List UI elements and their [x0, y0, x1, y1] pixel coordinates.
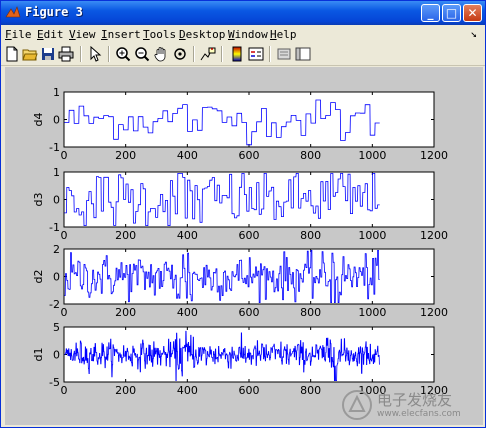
- x-tick-label: 400: [177, 149, 198, 162]
- x-tick-label: 1000: [358, 229, 386, 242]
- subplot-d1[interactable]: 0 200 400 600 800 1000 1200-505d1: [32, 321, 448, 397]
- x-tick-label: 600: [239, 306, 260, 319]
- site-watermark: 电子发烧友 www.elecfans.com: [341, 389, 481, 423]
- y-tick-label: 0: [53, 271, 60, 284]
- hide-plot-tools-icon[interactable]: [276, 46, 292, 62]
- y-tick-label: 5: [53, 321, 60, 334]
- colorbar-icon[interactable]: [229, 46, 245, 62]
- minimize-button[interactable]: _: [421, 4, 440, 22]
- x-tick-label: 800: [300, 229, 321, 242]
- x-tick-label: 200: [115, 384, 136, 397]
- x-tick-label: 1200: [420, 306, 448, 319]
- zoom-in-icon[interactable]: [115, 46, 131, 62]
- subplot-d3[interactable]: 0 200 400 600 800 1000 1200-101d3: [32, 166, 448, 242]
- title-bar[interactable]: Figure 3 _ □ ✕: [1, 1, 485, 25]
- menu-bar: File Edit View Insert Tools Desktop Wind…: [1, 25, 485, 43]
- y-tick-label: 1: [53, 166, 60, 179]
- toolbar-separator: [108, 46, 110, 62]
- y-axis-label: d2: [32, 270, 45, 284]
- x-tick-label: 0: [61, 306, 68, 319]
- x-tick-label: 600: [239, 149, 260, 162]
- y-tick-label: -1: [49, 141, 60, 154]
- x-tick-label: 0: [61, 384, 68, 397]
- y-tick-label: -1: [49, 221, 60, 234]
- toolbar-separator: [193, 46, 195, 62]
- rotate-3d-icon[interactable]: [172, 46, 188, 62]
- y-axis-label: d1: [32, 348, 45, 362]
- y-tick-label: 1: [53, 86, 60, 99]
- y-tick-label: 2: [53, 243, 60, 256]
- save-icon[interactable]: [40, 46, 56, 62]
- y-axis-label: d4: [32, 113, 45, 127]
- menu-help[interactable]: Help: [270, 28, 297, 41]
- dock-arrow-icon[interactable]: ↘: [470, 27, 477, 40]
- x-tick-label: 200: [115, 229, 136, 242]
- x-tick-label: 800: [300, 384, 321, 397]
- zoom-out-icon[interactable]: [134, 46, 150, 62]
- watermark-logo-icon: [342, 390, 372, 420]
- y-axis-label: d3: [32, 193, 45, 207]
- subplot-d4[interactable]: 0 200 400 600 800 1000 1200-101d4: [32, 86, 448, 162]
- minimize-icon: _: [427, 6, 434, 20]
- close-icon: ✕: [467, 6, 478, 20]
- x-tick-label: 600: [239, 229, 260, 242]
- figure-window: Figure 3 _ □ ✕ File Edit View Insert Too…: [0, 0, 486, 428]
- x-tick-label: 200: [115, 149, 136, 162]
- x-tick-label: 600: [239, 384, 260, 397]
- menu-file[interactable]: File: [5, 28, 32, 41]
- x-tick-label: 0: [61, 149, 68, 162]
- x-tick-label: 1000: [358, 149, 386, 162]
- menu-view[interactable]: View: [69, 28, 96, 41]
- matlab-logo-icon: [5, 6, 21, 18]
- print-icon[interactable]: [58, 46, 74, 62]
- toolbar-separator: [269, 46, 271, 62]
- watermark-url: www.elecfans.com: [377, 409, 461, 419]
- close-button[interactable]: ✕: [463, 4, 482, 22]
- menu-window[interactable]: Window: [228, 28, 268, 41]
- pointer-icon[interactable]: [87, 46, 103, 62]
- data-cursor-icon[interactable]: [200, 46, 216, 62]
- x-tick-label: 400: [177, 306, 198, 319]
- window-title: Figure 3: [25, 5, 83, 19]
- y-tick-label: 0: [53, 114, 60, 127]
- toolbar-separator: [221, 46, 223, 62]
- x-tick-label: 800: [300, 306, 321, 319]
- figure-canvas[interactable]: 0 200 400 600 800 1000 1200 -1 0 1 d4 0 200 400 600 800…: [5, 67, 483, 425]
- x-tick-label: 1000: [358, 306, 386, 319]
- menu-tools[interactable]: Tools: [143, 28, 176, 41]
- x-tick-label: 0: [61, 229, 68, 242]
- new-file-icon[interactable]: [4, 46, 20, 62]
- figure-toolbar: [1, 43, 485, 66]
- y-tick-label: -2: [49, 298, 60, 311]
- toolbar-separator: [80, 46, 82, 62]
- x-tick-label: 800: [300, 149, 321, 162]
- show-plot-tools-icon[interactable]: [295, 46, 311, 62]
- maximize-icon: □: [445, 6, 458, 20]
- y-tick-label: 0: [53, 349, 60, 362]
- y-tick-label: -5: [49, 376, 60, 389]
- menu-desktop[interactable]: Desktop: [179, 28, 225, 41]
- x-tick-label: 1200: [420, 149, 448, 162]
- y-tick-label: 0: [53, 194, 60, 207]
- legend-icon[interactable]: [248, 46, 264, 62]
- x-tick-label: 200: [115, 306, 136, 319]
- subplot-d2[interactable]: 0 200 400 600 800 1000 1200-202d2: [32, 243, 448, 319]
- x-tick-label: 1200: [420, 229, 448, 242]
- watermark-text: 电子发烧友: [377, 391, 453, 409]
- subplot-area: 0 200 400 600 800 1000 1200-101d40 200 400 600 800…: [32, 86, 448, 397]
- menu-edit[interactable]: Edit: [37, 28, 64, 41]
- open-folder-icon[interactable]: [22, 46, 38, 62]
- pan-hand-icon[interactable]: [153, 46, 169, 62]
- menu-insert[interactable]: Insert: [101, 28, 141, 41]
- x-tick-label: 400: [177, 384, 198, 397]
- axes-d4[interactable]: [63, 91, 435, 148]
- x-tick-label: 400: [177, 229, 198, 242]
- maximize-button[interactable]: □: [442, 4, 461, 22]
